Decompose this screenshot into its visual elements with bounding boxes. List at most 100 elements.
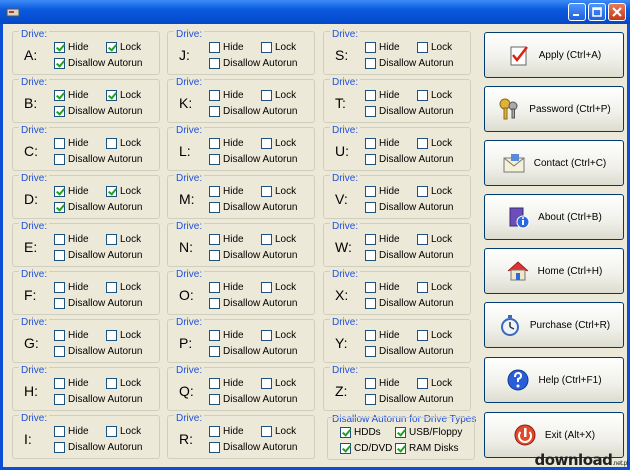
lock-checkbox-n[interactable]: Lock (261, 234, 296, 245)
maximize-button[interactable] (588, 3, 606, 21)
checkbox-box[interactable] (417, 186, 428, 197)
apply-button[interactable]: Apply (Ctrl+A) (484, 32, 624, 78)
hide-checkbox-x[interactable]: Hide (365, 282, 400, 293)
disallow-autorun-checkbox-k[interactable]: Disallow Autorun (209, 106, 297, 117)
checkbox-box[interactable] (54, 154, 65, 165)
disallow-autorun-checkbox-h[interactable]: Disallow Autorun (54, 394, 142, 405)
lock-checkbox-u[interactable]: Lock (417, 138, 452, 149)
lock-checkbox-z[interactable]: Lock (417, 378, 452, 389)
checkbox-box[interactable] (417, 282, 428, 293)
checkbox-box[interactable] (417, 330, 428, 341)
about-button[interactable]: About (Ctrl+B) (484, 194, 624, 240)
hide-checkbox-h[interactable]: Hide (54, 378, 89, 389)
lock-checkbox-p[interactable]: Lock (261, 330, 296, 341)
disallow-autorun-checkbox-y[interactable]: Disallow Autorun (365, 346, 453, 357)
lock-checkbox-g[interactable]: Lock (106, 330, 141, 341)
checkbox-box[interactable] (417, 234, 428, 245)
checkbox-box[interactable] (365, 330, 376, 341)
disallow-autorun-checkbox-v[interactable]: Disallow Autorun (365, 202, 453, 213)
checkbox-box[interactable] (54, 378, 65, 389)
disallow-autorun-checkbox-x[interactable]: Disallow Autorun (365, 298, 453, 309)
checkbox-box[interactable] (54, 250, 65, 261)
lock-checkbox-q[interactable]: Lock (261, 378, 296, 389)
checkbox-box[interactable] (365, 42, 376, 53)
lock-checkbox-l[interactable]: Lock (261, 138, 296, 149)
lock-checkbox-r[interactable]: Lock (261, 426, 296, 437)
checkbox-box[interactable] (365, 378, 376, 389)
hide-checkbox-n[interactable]: Hide (209, 234, 244, 245)
checkbox-box[interactable] (365, 106, 376, 117)
hide-checkbox-a[interactable]: Hide (54, 42, 89, 53)
hide-checkbox-w[interactable]: Hide (365, 234, 400, 245)
checkbox-box[interactable] (209, 186, 220, 197)
disallow-autorun-checkbox-a[interactable]: Disallow Autorun (54, 58, 142, 69)
lock-checkbox-w[interactable]: Lock (417, 234, 452, 245)
disallow-autorun-checkbox-u[interactable]: Disallow Autorun (365, 154, 453, 165)
disallow-autorun-checkbox-l[interactable]: Disallow Autorun (209, 154, 297, 165)
checkbox-box[interactable] (54, 282, 65, 293)
checkbox-box[interactable] (54, 394, 65, 405)
disallow-autorun-checkbox-e[interactable]: Disallow Autorun (54, 250, 142, 261)
checkbox-box[interactable] (417, 42, 428, 53)
lock-checkbox-b[interactable]: Lock (106, 90, 141, 101)
hide-checkbox-v[interactable]: Hide (365, 186, 400, 197)
lock-checkbox-a[interactable]: Lock (106, 42, 141, 53)
checkbox-box[interactable] (261, 234, 272, 245)
checkbox-box[interactable] (54, 42, 65, 53)
checkbox-box[interactable] (209, 442, 220, 453)
disallow-autorun-checkbox-s[interactable]: Disallow Autorun (365, 58, 453, 69)
hide-checkbox-d[interactable]: Hide (54, 186, 89, 197)
checkbox-box[interactable] (106, 42, 117, 53)
lock-checkbox-k[interactable]: Lock (261, 90, 296, 101)
checkbox-box[interactable] (209, 154, 220, 165)
checkbox-box[interactable] (209, 106, 220, 117)
checkbox-box[interactable] (209, 138, 220, 149)
help-button[interactable]: Help (Ctrl+F1) (484, 357, 624, 403)
checkbox-box[interactable] (261, 186, 272, 197)
checkbox-box[interactable] (365, 298, 376, 309)
checkbox-box[interactable] (54, 186, 65, 197)
hide-checkbox-j[interactable]: Hide (209, 42, 244, 53)
close-button[interactable] (608, 3, 626, 21)
checkbox-box[interactable] (209, 330, 220, 341)
hide-checkbox-t[interactable]: Hide (365, 90, 400, 101)
lock-checkbox-m[interactable]: Lock (261, 186, 296, 197)
checkbox-box[interactable] (209, 90, 220, 101)
checkbox-box[interactable] (365, 250, 376, 261)
disallow-autorun-checkbox-c[interactable]: Disallow Autorun (54, 154, 142, 165)
hide-checkbox-f[interactable]: Hide (54, 282, 89, 293)
hide-checkbox-e[interactable]: Hide (54, 234, 89, 245)
checkbox-box[interactable] (106, 186, 117, 197)
checkbox-box[interactable] (365, 186, 376, 197)
checkbox-box[interactable] (209, 202, 220, 213)
checkbox-box[interactable] (365, 138, 376, 149)
hide-checkbox-q[interactable]: Hide (209, 378, 244, 389)
checkbox-box[interactable] (209, 378, 220, 389)
checkbox-box[interactable] (106, 90, 117, 101)
checkbox-box[interactable] (54, 442, 65, 453)
lock-checkbox-x[interactable]: Lock (417, 282, 452, 293)
lock-checkbox-y[interactable]: Lock (417, 330, 452, 341)
hide-checkbox-u[interactable]: Hide (365, 138, 400, 149)
disallow-autorun-checkbox-i[interactable]: Disallow Autorun (54, 442, 142, 453)
hide-checkbox-p[interactable]: Hide (209, 330, 244, 341)
minimize-button[interactable] (568, 3, 586, 21)
checkbox-box[interactable] (106, 282, 117, 293)
disallow-autorun-checkbox-z[interactable]: Disallow Autorun (365, 394, 453, 405)
purchase-button[interactable]: Purchase (Ctrl+R) (484, 302, 624, 348)
checkbox-box[interactable] (54, 202, 65, 213)
checkbox-box[interactable] (365, 394, 376, 405)
checkbox-box[interactable] (261, 138, 272, 149)
disallow-autorun-checkbox-j[interactable]: Disallow Autorun (209, 58, 297, 69)
checkbox-box[interactable] (261, 330, 272, 341)
hide-checkbox-r[interactable]: Hide (209, 426, 244, 437)
disallow-autorun-checkbox-q[interactable]: Disallow Autorun (209, 394, 297, 405)
checkbox-box[interactable] (395, 443, 406, 454)
checkbox-box[interactable] (209, 298, 220, 309)
checkbox-box[interactable] (209, 250, 220, 261)
checkbox-box[interactable] (209, 394, 220, 405)
checkbox-box[interactable] (417, 90, 428, 101)
checkbox-box[interactable] (106, 138, 117, 149)
lock-checkbox-o[interactable]: Lock (261, 282, 296, 293)
checkbox-box[interactable] (417, 378, 428, 389)
